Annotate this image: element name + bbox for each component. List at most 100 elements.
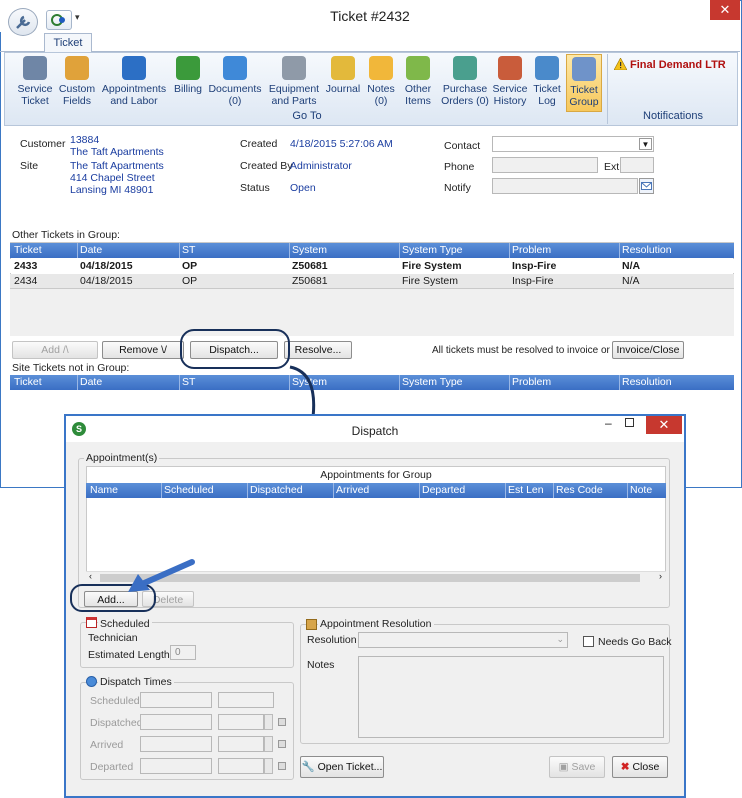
open-ticket-button[interactable]: 🔧 Open Ticket... — [300, 756, 384, 778]
dialog-close-x-button[interactable]: ✕ — [646, 416, 682, 434]
ribbon-button-2[interactable]: Appointments and Labor — [98, 54, 170, 112]
contact-select[interactable]: ▼ — [492, 136, 654, 152]
table-cell: Z50681 — [292, 275, 328, 287]
site-tickets-header-col-1[interactable]: Date — [80, 376, 102, 388]
dollar-icon — [176, 56, 200, 80]
time-input-3[interactable] — [218, 758, 264, 774]
notification-text[interactable]: Final Demand LTR — [630, 59, 726, 71]
maximize-button[interactable] — [625, 418, 634, 427]
site-name-link[interactable]: The Taft Apartments — [70, 160, 164, 172]
resolution-group-label: Appointment Resolution — [318, 618, 434, 630]
column-separator — [289, 243, 290, 258]
appointments-header-col-5[interactable]: Est Len — [508, 484, 544, 496]
phone-label: Phone — [444, 161, 475, 173]
ribbon-button-6[interactable]: Journal — [324, 54, 362, 112]
ribbon-button-12[interactable]: Ticket Group — [566, 54, 602, 112]
ribbon-button-1[interactable]: Custom Fields — [58, 54, 96, 112]
close-button[interactable]: ✖ Close — [612, 756, 668, 778]
table-cell: 2433 — [14, 260, 38, 272]
ribbon-button-11[interactable]: Ticket Log — [530, 54, 564, 112]
time-label-1: Dispatched — [90, 717, 143, 729]
other-tickets-header-col-4[interactable]: System Type — [402, 244, 463, 256]
column-separator — [399, 243, 400, 258]
notify-input[interactable] — [492, 178, 638, 194]
appointments-header-col-2[interactable]: Dispatched — [250, 484, 303, 496]
column-separator — [179, 375, 180, 390]
table-cell: Fire System — [402, 260, 462, 272]
notes-textarea[interactable] — [358, 656, 664, 738]
custom-fields-icon — [65, 56, 89, 80]
remove-from-group-button[interactable]: Remove \/ — [102, 341, 184, 359]
invoice-close-button[interactable]: Invoice/Close — [612, 341, 684, 359]
window-close-button[interactable]: ✕ — [710, 0, 740, 20]
close-icon: ✖ — [620, 761, 630, 773]
grid-empty-area — [10, 288, 734, 336]
appointments-header-col-4[interactable]: Departed — [422, 484, 465, 496]
ribbon-button-8[interactable]: Other Items — [398, 54, 438, 112]
tab-ticket[interactable]: Ticket — [44, 33, 92, 53]
minimize-button[interactable]: – — [605, 416, 612, 430]
other-tickets-header-col-3[interactable]: System — [292, 244, 327, 256]
estimated-length-input[interactable]: 0 — [170, 645, 196, 660]
ribbon-button-4[interactable]: Documents (0) — [208, 54, 262, 112]
other-tickets-header-col-1[interactable]: Date — [80, 244, 102, 256]
time-input-1[interactable] — [218, 714, 264, 730]
spinner-icon[interactable] — [264, 714, 273, 730]
ribbon-button-10[interactable]: Service History — [492, 54, 528, 112]
site-tickets-header-col-6[interactable]: Resolution — [622, 376, 672, 388]
other-tickets-header-col-6[interactable]: Resolution — [622, 244, 672, 256]
appointments-header-col-3[interactable]: Arrived — [336, 484, 369, 496]
resolution-select[interactable]: ⌄ — [358, 632, 568, 648]
site-address-line2: Lansing MI 48901 — [70, 184, 154, 196]
ribbon-button-5[interactable]: Equipment and Parts — [266, 54, 322, 112]
ribbon-button-label: Ticket Log — [533, 83, 561, 107]
spinner-icon[interactable] — [264, 736, 273, 752]
other-tickets-header-col-5[interactable]: Problem — [512, 244, 551, 256]
site-address-line1: 414 Chapel Street — [70, 172, 155, 184]
spinner-icon[interactable] — [264, 758, 273, 774]
site-tickets-header-col-4[interactable]: System Type — [402, 376, 463, 388]
document-icon — [223, 56, 247, 80]
clear-time-icon[interactable] — [278, 718, 286, 726]
save-button[interactable]: ▣ Save — [549, 756, 605, 778]
table-row[interactable]: 2434 04/18/2015 OP Z50681 Fire System Insp-Fi… — [10, 274, 734, 288]
notes-icon — [369, 56, 393, 80]
date-select-0[interactable] — [140, 692, 212, 708]
email-icon[interactable] — [639, 178, 654, 194]
customer-number-link[interactable]: 13884 — [70, 134, 99, 146]
ribbon-button-7[interactable]: Notes (0) — [366, 54, 396, 112]
clock-icon — [86, 676, 97, 687]
clear-time-icon[interactable] — [278, 740, 286, 748]
table-row[interactable]: 2433 04/18/2015 OP Z50681 Fire System Insp-Fi… — [10, 259, 734, 273]
ext-label: Ext — [604, 161, 620, 173]
other-tickets-header-col-2[interactable]: ST — [182, 244, 195, 256]
appointments-header-col-0[interactable]: Name — [90, 484, 118, 496]
journal-icon — [331, 56, 355, 80]
time-input-2[interactable] — [218, 736, 264, 752]
ribbon-button-9[interactable]: Purchase Orders (0) — [440, 54, 490, 112]
appointments-header-col-1[interactable]: Scheduled — [164, 484, 214, 496]
date-select-3[interactable] — [140, 758, 212, 774]
date-select-1[interactable] — [140, 714, 212, 730]
site-tickets-header-col-5[interactable]: Problem — [512, 376, 551, 388]
ribbon-separator — [607, 54, 608, 124]
ribbon-button-3[interactable]: Billing — [170, 54, 206, 112]
add-to-group-button[interactable]: Add /\ — [12, 341, 98, 359]
site-tickets-header-col-2[interactable]: ST — [182, 376, 195, 388]
clear-time-icon[interactable] — [278, 762, 286, 770]
customer-name-link[interactable]: The Taft Apartments — [70, 146, 164, 158]
time-select-0[interactable] — [218, 692, 274, 708]
tag-icon — [406, 56, 430, 80]
appointments-header-col-7[interactable]: Note — [630, 484, 652, 496]
appointments-header-col-6[interactable]: Res Code — [556, 484, 603, 496]
needs-go-back-checkbox[interactable] — [583, 636, 594, 647]
date-select-2[interactable] — [140, 736, 212, 752]
column-separator — [419, 483, 420, 498]
ribbon-button-0[interactable]: Service Ticket — [10, 54, 60, 112]
ext-input[interactable] — [620, 157, 654, 173]
column-separator — [619, 243, 620, 258]
site-tickets-header-col-0[interactable]: Ticket — [14, 376, 42, 388]
phone-input[interactable] — [492, 157, 598, 173]
window-title: Ticket #2432 — [330, 8, 410, 24]
other-tickets-header-col-0[interactable]: Ticket — [14, 244, 42, 256]
